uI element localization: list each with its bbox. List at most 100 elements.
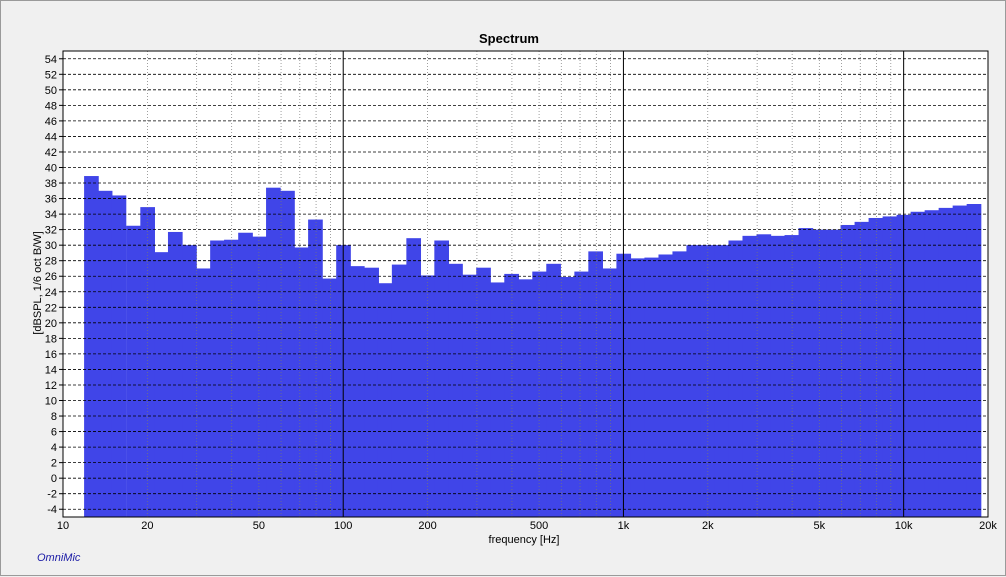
y-tick-label: 48	[45, 100, 57, 112]
spectrum-bar	[826, 229, 842, 517]
y-tick-label: 14	[45, 364, 57, 376]
watermark-logo-text: OmniMic	[37, 552, 81, 564]
y-tick-label: 30	[45, 240, 57, 252]
spectrum-bar	[686, 245, 702, 517]
y-tick-label: -2	[47, 489, 57, 501]
spectrum-bar	[728, 240, 744, 518]
spectrum-bar	[210, 240, 225, 518]
y-tick-label: 52	[45, 69, 57, 81]
spectrum-bar	[882, 216, 898, 517]
spectrum-bar	[182, 245, 197, 517]
spectrum-bar	[672, 251, 688, 517]
spectrum-bar	[770, 235, 786, 517]
spectrum-window: Spectrum -4 -2 0 2 4 6 8 10 12 14 16 18 20 22 24 26 28 30…	[0, 0, 1006, 576]
spectrum-bar	[195, 268, 211, 517]
spectrum-bar	[140, 207, 155, 518]
x-tick-labels: 10 20 50 100 200 500 1k 2k 5k 10k 20k	[57, 520, 997, 532]
y-tick-label: 22	[45, 302, 57, 314]
x-tick-label: 50	[253, 520, 265, 532]
spectrum-bar	[111, 195, 127, 517]
y-tick-label: 26	[45, 271, 57, 283]
x-tick-label: 20k	[979, 520, 997, 532]
y-tick-label: 6	[51, 427, 57, 439]
x-tick-label: 2k	[702, 520, 714, 532]
spectrum-bar	[266, 187, 281, 517]
spectrum-bar	[167, 231, 183, 518]
y-tick-label: 0	[51, 473, 57, 485]
spectrum-bar	[938, 207, 954, 518]
y-tick-label: 28	[45, 256, 57, 268]
spectrum-bar	[391, 264, 407, 517]
spectrum-bar	[126, 225, 141, 517]
y-tick-label: 12	[45, 380, 57, 392]
x-axis-label: frequency [Hz]	[489, 534, 560, 546]
spectrum-bar	[854, 221, 870, 517]
spectrum-bar	[966, 204, 982, 517]
spectrum-bar	[714, 245, 730, 517]
spectrum-bar	[868, 217, 884, 517]
y-tick-label: 34	[45, 209, 57, 221]
spectrum-bar	[238, 232, 253, 518]
y-tick-label: 24	[45, 287, 57, 299]
spectrum-bar	[490, 282, 506, 517]
spectrum-bar	[546, 263, 561, 517]
spectrum-bar	[448, 263, 463, 517]
y-tick-label: 40	[45, 163, 57, 175]
y-tick-label: 8	[51, 411, 57, 423]
spectrum-bar	[952, 205, 968, 517]
spectrum-bar	[322, 278, 337, 517]
spectrum-bar	[756, 234, 772, 517]
y-axis-label: [dBSPL, 1/6 oct B/W]	[32, 231, 44, 334]
spectrum-bar	[812, 229, 828, 517]
x-tick-label: 5k	[813, 520, 825, 532]
y-tick-label: -4	[47, 504, 57, 516]
spectrum-bar	[560, 277, 576, 517]
spectrum-bar	[518, 279, 534, 517]
y-tick-label: 38	[45, 178, 57, 190]
x-tick-label: 500	[530, 520, 548, 532]
spectrum-bar	[798, 228, 814, 517]
y-tick-label: 36	[45, 194, 57, 206]
spectrum-bar	[532, 271, 547, 517]
spectrum-bar	[742, 235, 758, 517]
spectrum-bar	[588, 251, 603, 517]
spectrum-bar	[840, 224, 856, 517]
x-tick-label: 10	[57, 520, 69, 532]
y-tick-labels: -4-2024681012141618202224262830323436384…	[45, 54, 63, 516]
spectrum-bar	[154, 252, 169, 517]
spectrum-bar	[308, 219, 323, 517]
spectrum-bar	[924, 210, 940, 517]
spectrum-bar	[658, 254, 674, 517]
y-tick-label: 20	[45, 318, 57, 330]
y-tick-label: 42	[45, 147, 57, 159]
y-tick-label: 50	[45, 85, 57, 97]
spectrum-bar	[462, 274, 478, 517]
y-tick-label: 18	[45, 333, 57, 345]
y-tick-label: 16	[45, 349, 57, 361]
spectrum-chart: Spectrum -4-2024681012141618202224262830…	[32, 31, 997, 546]
y-tick-label: 44	[45, 131, 57, 143]
y-tick-label: 32	[45, 225, 57, 237]
spectrum-bar	[644, 257, 660, 517]
spectrum-bar	[294, 247, 309, 517]
y-tick-label: 54	[45, 54, 57, 66]
spectrum-bar	[602, 268, 618, 517]
y-tick-label: 10	[45, 396, 57, 408]
x-tick-label: 200	[418, 520, 436, 532]
spectrum-bar	[476, 267, 491, 517]
y-tick-label: 46	[45, 116, 57, 128]
spectrum-bar	[910, 211, 926, 517]
spectrum-bar	[364, 267, 379, 517]
y-tick-label: 4	[51, 442, 57, 454]
spectrum-bar	[252, 236, 267, 517]
spectrum-bar	[434, 240, 449, 518]
x-tick-label: 100	[334, 520, 352, 532]
spectrum-bar	[406, 238, 422, 517]
spectrum-bar	[574, 271, 590, 517]
chart-title: Spectrum	[479, 31, 539, 46]
spectrum-bar	[280, 190, 295, 518]
x-tick-label: 20	[141, 520, 153, 532]
x-tick-label: 10k	[895, 520, 913, 532]
spectrum-bar	[630, 258, 646, 517]
x-tick-label: 1k	[618, 520, 630, 532]
